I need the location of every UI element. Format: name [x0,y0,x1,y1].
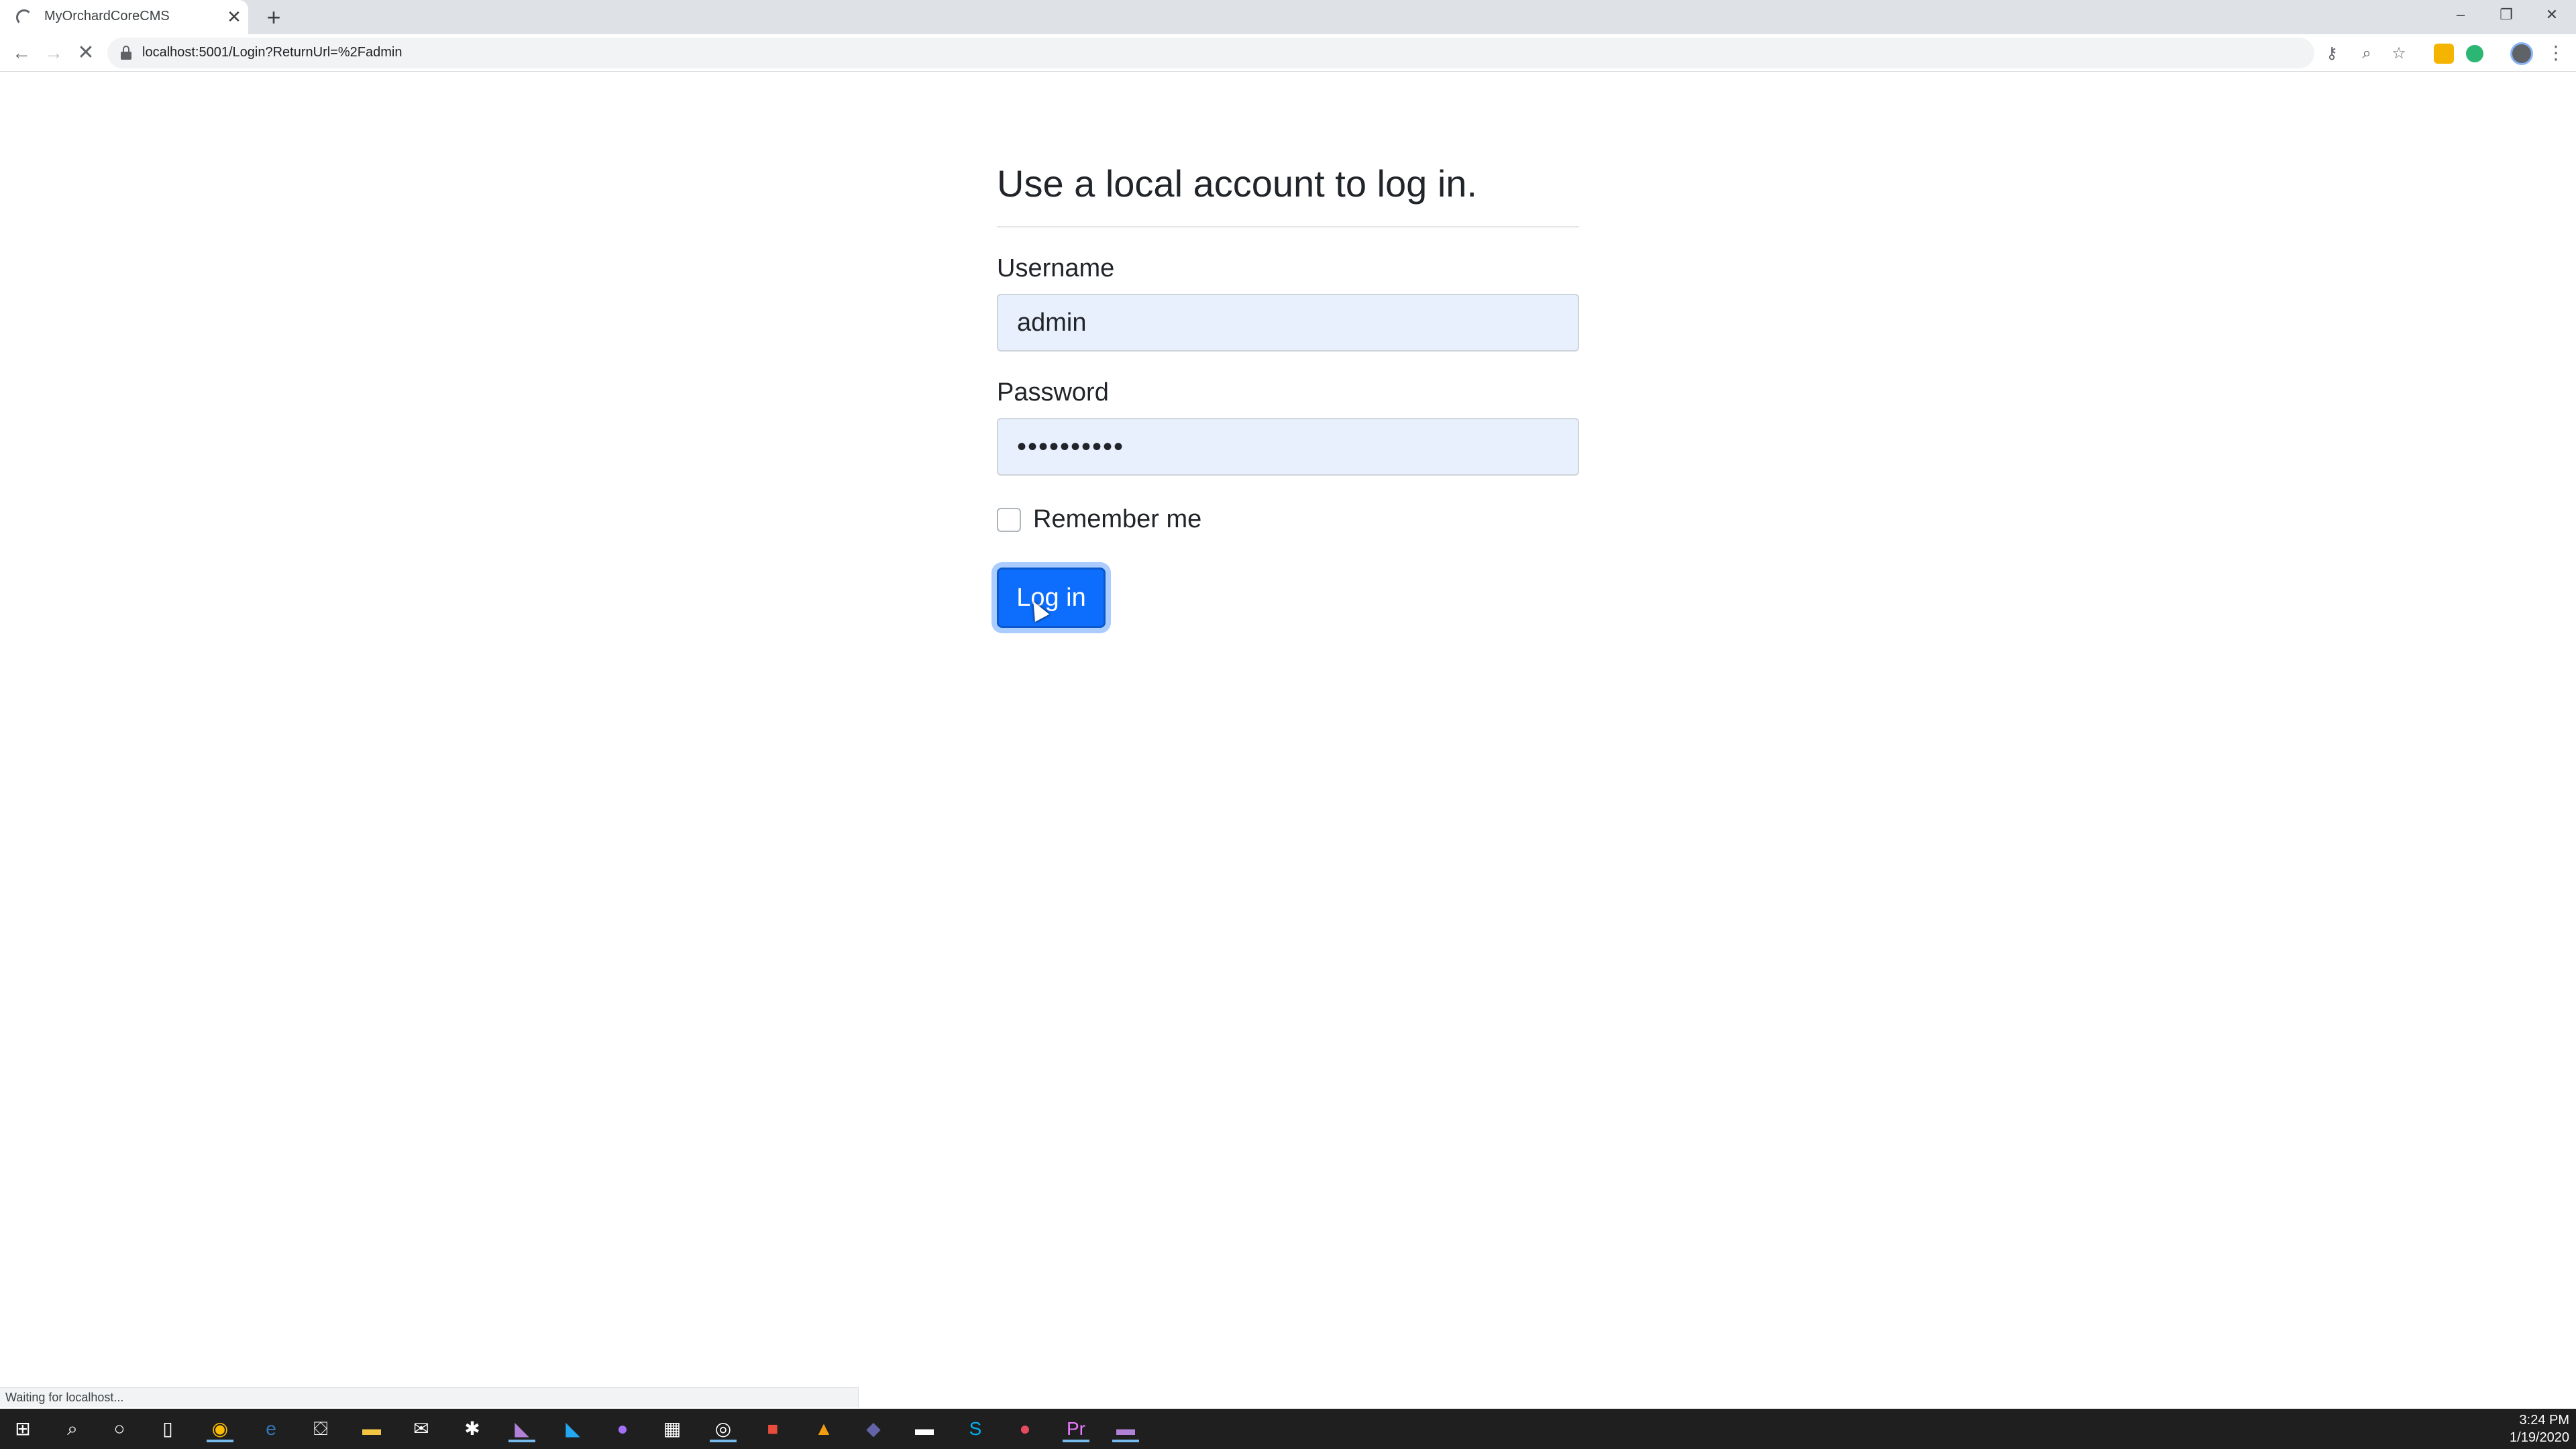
tab-strip: MyOrchardCoreCMS ✕ + – ❐ ✕ [0,0,2576,34]
browser-toolbar: ← → ✕ localhost:5001/Login?ReturnUrl=%2F… [0,34,2576,72]
clock-date: 1/19/2020 [2510,1430,2569,1445]
app-icon[interactable]: ◎ [710,1415,737,1442]
tab-close-icon[interactable]: ✕ [224,7,244,27]
loading-spinner-icon [16,9,32,25]
extension-icon[interactable] [2434,44,2454,64]
browser-tab[interactable]: MyOrchardCoreCMS ✕ [0,0,248,34]
window-restore-button[interactable]: ❐ [2483,0,2529,30]
username-input[interactable]: admin [997,294,1579,352]
browser-menu-icon[interactable]: ⋮ [2544,38,2568,68]
password-input[interactable]: •••••••••• [997,418,1579,476]
lock-icon[interactable] [121,46,131,60]
chrome-icon[interactable]: ◉ [207,1415,233,1442]
zoom-icon[interactable]: ⌕ [2356,43,2377,64]
key-icon[interactable]: ⚷ [2321,43,2343,64]
slack-icon[interactable]: ✱ [459,1415,486,1442]
page-title: Use a local account to log in. [997,161,1579,228]
password-value: •••••••••• [1017,431,1125,462]
address-bar[interactable]: localhost:5001/Login?ReturnUrl=%2Fadmin … [107,38,2406,68]
premiere-icon[interactable]: Pr [1063,1415,1089,1442]
password-label: Password [997,378,1109,407]
vlc-icon[interactable]: ▲ [810,1415,837,1442]
status-bubble: Waiting for localhost... [0,1387,859,1407]
edge-icon[interactable]: e [258,1415,284,1442]
clock-time: 3:24 PM [2519,1413,2569,1428]
app-icon[interactable]: ● [1012,1415,1038,1442]
remember-me-label[interactable]: Remember me [1033,505,1201,534]
app-icon[interactable]: ■ [759,1415,786,1442]
app-icon[interactable]: ▦ [659,1415,686,1442]
bookmark-star-icon[interactable]: ☆ [2388,43,2410,64]
cortana-icon[interactable]: ○ [106,1415,133,1442]
task-view-icon[interactable]: ▯ [154,1415,181,1442]
remember-me-row: Remember me [997,505,1579,534]
profile-avatar-icon[interactable] [2510,42,2533,65]
windows-taskbar: ⊞ ⌕ ○ ▯ ◉ e ⛋ ▬ ✉ ✱ ◣ ◣ ● ▦ ◎ ■ ▲ ◆ ▬ S … [0,1409,2576,1449]
windows-start-icon[interactable]: ⊞ [9,1415,36,1442]
mail-icon[interactable]: ✉ [408,1415,435,1442]
store-icon[interactable]: ⛋ [307,1415,334,1442]
login-form: Use a local account to log in. Username … [997,161,1579,629]
system-clock[interactable]: 3:24 PM 1/19/2020 [2482,1411,2569,1446]
window-minimize-button[interactable]: – [2438,0,2483,30]
new-tab-button[interactable]: + [260,4,287,31]
username-value: admin [1017,308,1087,337]
app-icon[interactable]: ▬ [1112,1415,1139,1442]
grammarly-extension-icon[interactable] [2466,45,2483,62]
forward-button[interactable]: → [39,38,68,68]
remember-me-checkbox[interactable] [997,507,1021,532]
url-text[interactable]: localhost:5001/Login?ReturnUrl=%2Fadmin [142,45,402,60]
visual-studio-icon[interactable]: ◣ [508,1415,535,1442]
file-explorer-icon[interactable]: ▬ [358,1415,385,1442]
login-button-label: Log in [1016,583,1086,612]
back-button[interactable]: ← [7,38,36,68]
github-desktop-icon[interactable]: ● [609,1415,636,1442]
username-label: Username [997,254,1115,283]
login-button[interactable]: Log in [997,568,1106,629]
teams-icon[interactable]: ◆ [860,1415,887,1442]
window-close-button[interactable]: ✕ [2529,0,2575,30]
vscode-icon[interactable]: ◣ [559,1415,586,1442]
tab-title: MyOrchardCoreCMS [44,9,170,23]
stop-loading-button[interactable]: ✕ [71,38,101,68]
terminal-icon[interactable]: ▬ [911,1415,938,1442]
skype-icon[interactable]: S [962,1415,989,1442]
search-icon[interactable]: ⌕ [59,1415,86,1442]
